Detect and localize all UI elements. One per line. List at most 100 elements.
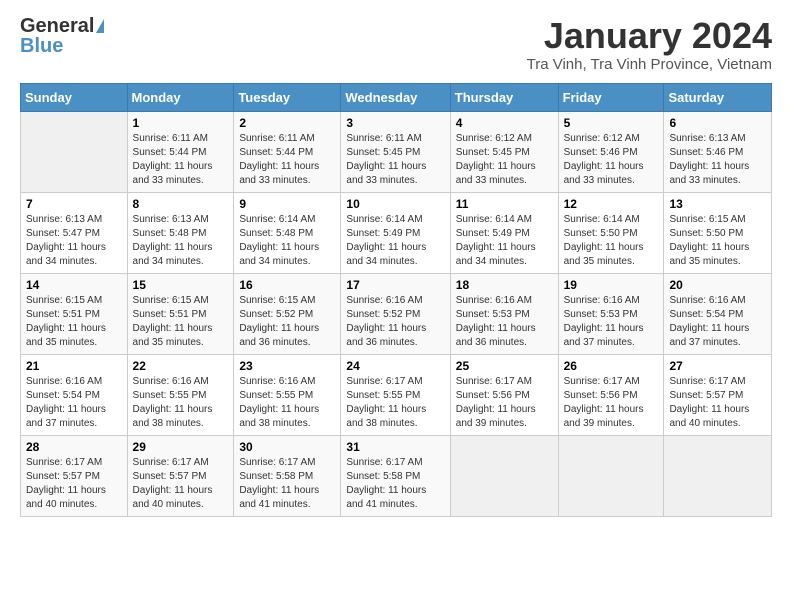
calendar-day-cell: 31 Sunrise: 6:17 AMSunset: 5:58 PMDayligh…: [341, 435, 450, 516]
calendar-day-cell: 26 Sunrise: 6:17 AMSunset: 5:56 PMDayligh…: [558, 354, 664, 435]
day-info: Sunrise: 6:11 AMSunset: 5:45 PMDaylight:…: [346, 133, 426, 186]
calendar-week-row: 7Sunrise: 6:13 AMSunset: 5:47 PMDaylight…: [21, 192, 772, 273]
day-info: Sunrise: 6:16 AMSunset: 5:53 PMDaylight:…: [564, 295, 644, 348]
calendar-day-cell: 19Sunrise: 6:16 AMSunset: 5:53 PMDayligh…: [558, 273, 664, 354]
day-info: Sunrise: 6:16 AMSunset: 5:52 PMDaylight:…: [346, 295, 426, 348]
day-number: 2: [239, 116, 335, 130]
day-number: 18: [456, 278, 553, 292]
calendar-day-cell: 27 Sunrise: 6:17 AMSunset: 5:57 PMDayligh…: [664, 354, 772, 435]
day-info: Sunrise: 6:17 AMSunset: 5:56 PMDaylight:…: [564, 376, 644, 429]
calendar-day-cell: 15Sunrise: 6:15 AMSunset: 5:51 PMDayligh…: [127, 273, 234, 354]
day-number: 24: [346, 359, 444, 373]
calendar-day-cell: 29 Sunrise: 6:17 AMSunset: 5:57 PMDayligh…: [127, 435, 234, 516]
day-number: 5: [564, 116, 659, 130]
calendar-day-cell: 12Sunrise: 6:14 AMSunset: 5:50 PMDayligh…: [558, 192, 664, 273]
day-info: Sunrise: 6:11 AMSunset: 5:44 PMDaylight:…: [239, 133, 319, 186]
calendar-day-cell: 25Sunrise: 6:17 AMSunset: 5:56 PMDayligh…: [450, 354, 558, 435]
day-number: 6: [669, 116, 766, 130]
calendar-day-cell: [450, 435, 558, 516]
day-number: 31: [346, 440, 444, 454]
logo-icon: [96, 19, 104, 33]
day-number: 12: [564, 197, 659, 211]
calendar-day-cell: 22 Sunrise: 6:16 AMSunset: 5:55 PMDayligh…: [127, 354, 234, 435]
day-number: 22: [133, 359, 229, 373]
calendar-day-cell: 6 Sunrise: 6:13 AMSunset: 5:46 PMDaylight…: [664, 111, 772, 192]
day-of-week-header: Tuesday: [234, 83, 341, 111]
day-info: Sunrise: 6:12 AMSunset: 5:45 PMDaylight:…: [456, 133, 536, 186]
calendar-day-cell: 14 Sunrise: 6:15 AMSunset: 5:51 PMDayligh…: [21, 273, 128, 354]
day-of-week-header: Thursday: [450, 83, 558, 111]
calendar-day-cell: 17 Sunrise: 6:16 AMSunset: 5:52 PMDayligh…: [341, 273, 450, 354]
day-info: Sunrise: 6:16 AMSunset: 5:54 PMDaylight:…: [26, 376, 106, 429]
logo-general-text: General: [20, 16, 94, 36]
calendar-day-cell: 30Sunrise: 6:17 AMSunset: 5:58 PMDayligh…: [234, 435, 341, 516]
day-number: 9: [239, 197, 335, 211]
day-info: Sunrise: 6:16 AMSunset: 5:53 PMDaylight:…: [456, 295, 536, 348]
calendar-day-cell: 16 Sunrise: 6:15 AMSunset: 5:52 PMDayligh…: [234, 273, 341, 354]
calendar-day-cell: 8Sunrise: 6:13 AMSunset: 5:48 PMDaylight…: [127, 192, 234, 273]
day-number: 3: [346, 116, 444, 130]
calendar-day-cell: 11 Sunrise: 6:14 AMSunset: 5:49 PMDayligh…: [450, 192, 558, 273]
day-info: Sunrise: 6:17 AMSunset: 5:55 PMDaylight:…: [346, 376, 426, 429]
calendar-week-row: 21 Sunrise: 6:16 AMSunset: 5:54 PMDayligh…: [21, 354, 772, 435]
day-number: 26: [564, 359, 659, 373]
calendar-day-cell: 2 Sunrise: 6:11 AMSunset: 5:44 PMDaylight…: [234, 111, 341, 192]
calendar-day-cell: 7Sunrise: 6:13 AMSunset: 5:47 PMDaylight…: [21, 192, 128, 273]
day-info: Sunrise: 6:17 AMSunset: 5:57 PMDaylight:…: [26, 457, 106, 510]
logo: General Blue: [20, 16, 104, 56]
day-number: 1: [133, 116, 229, 130]
calendar-day-cell: [21, 111, 128, 192]
calendar-week-row: 1 Sunrise: 6:11 AMSunset: 5:44 PMDaylight…: [21, 111, 772, 192]
day-info: Sunrise: 6:15 AMSunset: 5:50 PMDaylight:…: [669, 214, 749, 267]
calendar-day-cell: 13 Sunrise: 6:15 AMSunset: 5:50 PMDayligh…: [664, 192, 772, 273]
day-number: 14: [26, 278, 122, 292]
day-number: 7: [26, 197, 122, 211]
day-info: Sunrise: 6:17 AMSunset: 5:57 PMDaylight:…: [669, 376, 749, 429]
calendar-day-cell: [558, 435, 664, 516]
day-number: 30: [239, 440, 335, 454]
day-number: 27: [669, 359, 766, 373]
calendar-header-row: SundayMondayTuesdayWednesdayThursdayFrid…: [21, 83, 772, 111]
calendar-day-cell: 28Sunrise: 6:17 AMSunset: 5:57 PMDayligh…: [21, 435, 128, 516]
calendar-day-cell: 21 Sunrise: 6:16 AMSunset: 5:54 PMDayligh…: [21, 354, 128, 435]
day-number: 16: [239, 278, 335, 292]
day-info: Sunrise: 6:17 AMSunset: 5:58 PMDaylight:…: [346, 457, 426, 510]
day-info: Sunrise: 6:11 AMSunset: 5:44 PMDaylight:…: [133, 133, 213, 186]
day-number: 25: [456, 359, 553, 373]
day-number: 29: [133, 440, 229, 454]
day-number: 20: [669, 278, 766, 292]
calendar-day-cell: 20Sunrise: 6:16 AMSunset: 5:54 PMDayligh…: [664, 273, 772, 354]
day-of-week-header: Friday: [558, 83, 664, 111]
day-of-week-header: Wednesday: [341, 83, 450, 111]
day-number: 13: [669, 197, 766, 211]
calendar-day-cell: 4 Sunrise: 6:12 AMSunset: 5:45 PMDaylight…: [450, 111, 558, 192]
day-info: Sunrise: 6:14 AMSunset: 5:49 PMDaylight:…: [456, 214, 536, 267]
day-info: Sunrise: 6:16 AMSunset: 5:55 PMDaylight:…: [239, 376, 319, 429]
day-of-week-header: Sunday: [21, 83, 128, 111]
day-info: Sunrise: 6:13 AMSunset: 5:46 PMDaylight:…: [669, 133, 749, 186]
logo-blue-text: Blue: [20, 36, 63, 56]
day-info: Sunrise: 6:15 AMSunset: 5:51 PMDaylight:…: [26, 295, 106, 348]
day-number: 17: [346, 278, 444, 292]
day-number: 15: [133, 278, 229, 292]
day-info: Sunrise: 6:17 AMSunset: 5:57 PMDaylight:…: [133, 457, 213, 510]
calendar-day-cell: 23 Sunrise: 6:16 AMSunset: 5:55 PMDayligh…: [234, 354, 341, 435]
day-info: Sunrise: 6:12 AMSunset: 5:46 PMDaylight:…: [564, 133, 644, 186]
calendar-day-cell: 9 Sunrise: 6:14 AMSunset: 5:48 PMDaylight…: [234, 192, 341, 273]
calendar-subtitle: Tra Vinh, Tra Vinh Province, Vietnam: [527, 56, 772, 73]
day-info: Sunrise: 6:14 AMSunset: 5:48 PMDaylight:…: [239, 214, 319, 267]
day-number: 10: [346, 197, 444, 211]
day-number: 23: [239, 359, 335, 373]
day-number: 21: [26, 359, 122, 373]
day-info: Sunrise: 6:16 AMSunset: 5:55 PMDaylight:…: [133, 376, 213, 429]
day-of-week-header: Monday: [127, 83, 234, 111]
calendar-table: SundayMondayTuesdayWednesdayThursdayFrid…: [20, 83, 772, 517]
day-info: Sunrise: 6:15 AMSunset: 5:52 PMDaylight:…: [239, 295, 319, 348]
day-number: 11: [456, 197, 553, 211]
calendar-day-cell: 18 Sunrise: 6:16 AMSunset: 5:53 PMDayligh…: [450, 273, 558, 354]
day-number: 4: [456, 116, 553, 130]
calendar-day-cell: 3 Sunrise: 6:11 AMSunset: 5:45 PMDaylight…: [341, 111, 450, 192]
day-info: Sunrise: 6:14 AMSunset: 5:49 PMDaylight:…: [346, 214, 426, 267]
title-area: January 2024 Tra Vinh, Tra Vinh Province…: [527, 16, 772, 73]
calendar-day-cell: [664, 435, 772, 516]
